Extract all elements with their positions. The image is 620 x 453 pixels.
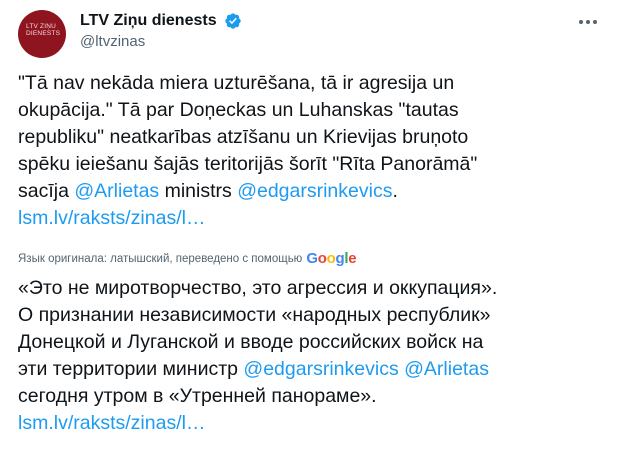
more-options-icon[interactable]	[576, 10, 600, 34]
original-line: "Tā nav nekāda miera uzturēšana, tā ir a…	[18, 72, 455, 94]
display-name[interactable]: LTV Ziņu dienests	[80, 12, 217, 30]
mention-edgarsrinkevics[interactable]: @edgarsrinkevics	[237, 180, 392, 202]
mention-arlietas[interactable]: @Arlietas	[74, 180, 159, 202]
mention-arlietas[interactable]: @Arlietas	[404, 358, 489, 380]
google-letter: g	[335, 250, 345, 267]
avatar[interactable]: LTV ZIŅU DIENESTS	[18, 10, 66, 58]
article-link[interactable]: lsm.lv/raksts/zinas/l…	[18, 207, 205, 229]
author-names[interactable]: LTV Ziņu dienests @ltvzinas	[80, 12, 242, 50]
avatar-logo-text: LTV ZIŅU DIENESTS	[26, 23, 61, 37]
article-link[interactable]: lsm.lv/raksts/zinas/l…	[18, 412, 205, 434]
translation-attribution: Язык оригинала: латышский, переведено с …	[18, 250, 357, 267]
original-line: spēku ieiešanu šajās teritorijās šorīt "…	[18, 153, 478, 175]
handle[interactable]: @ltvzinas	[80, 33, 242, 50]
text-fragment: sacīja	[18, 180, 75, 202]
tweet: LTV ZIŅU DIENESTS LTV Ziņu dienests @ltv…	[0, 0, 620, 453]
original-line: sacīja @Arlietas ministrs @edgarsrinkevi…	[18, 178, 606, 205]
translated-line: эти территории министр @edgarsrinkevics …	[18, 356, 608, 383]
tweet-translated-text: «Это не миротворчество, это агрессия и о…	[18, 275, 608, 437]
translated-line: Донецкой и Луганской и вводе российских …	[18, 331, 484, 353]
tweet-original-text: "Tā nav nekāda miera uzturēšana, tā ir a…	[18, 70, 606, 232]
translated-line: О признании независимости «народных респ…	[18, 304, 491, 326]
original-line: republiku" neatkarības atzīšanu un Kriev…	[18, 126, 469, 148]
text-fragment: ministrs	[159, 180, 238, 202]
text-fragment: .	[392, 180, 398, 202]
google-letter: e	[348, 250, 357, 267]
verified-badge-icon	[225, 13, 241, 29]
google-letter: G	[306, 250, 318, 267]
translated-line: сегодня утром в «Утренней панораме».	[18, 385, 377, 407]
google-letter: o	[317, 250, 327, 267]
tweet-header: LTV ZIŅU DIENESTS LTV Ziņu dienests @ltv…	[18, 8, 602, 60]
google-logo: Google	[306, 250, 356, 267]
text-fragment: эти территории министр	[18, 358, 244, 380]
mention-edgarsrinkevics[interactable]: @edgarsrinkevics	[243, 358, 398, 380]
translation-label-text: Язык оригинала: латышский, переведено с …	[18, 252, 303, 265]
translated-line: «Это не миротворчество, это агрессия и о…	[18, 277, 498, 299]
original-line: okupācija." Tā par Doņeckas un Luhanskas…	[18, 99, 459, 121]
